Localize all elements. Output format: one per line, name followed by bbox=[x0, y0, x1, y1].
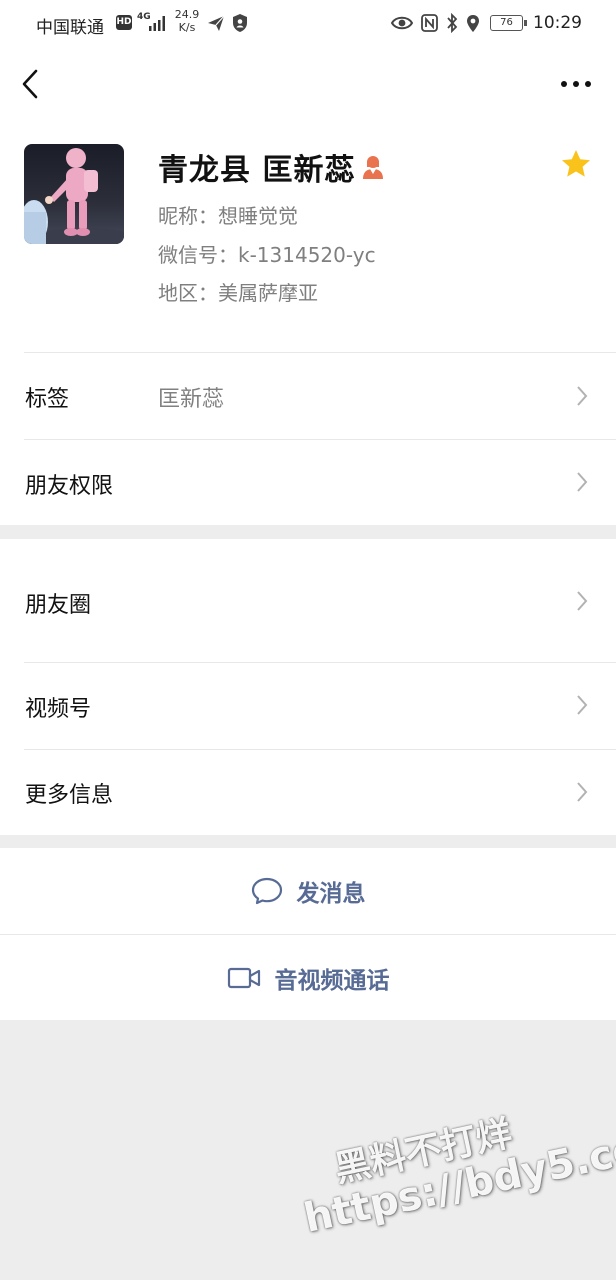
region: 地区：美属萨摩亚 bbox=[158, 281, 318, 305]
nfc-icon bbox=[421, 14, 438, 32]
more-info-label: 更多信息 bbox=[25, 783, 114, 808]
nav-bar bbox=[0, 48, 616, 120]
nickname: 昵称：想睡觉觉 bbox=[158, 204, 298, 228]
net-speed-unit: K/s bbox=[178, 21, 196, 34]
chevron-right-icon bbox=[577, 472, 588, 492]
tags-row[interactable]: 标签 匡新蕊 bbox=[0, 352, 616, 439]
channels-row[interactable]: 视频号 bbox=[0, 662, 616, 749]
more-info-row[interactable]: 更多信息 bbox=[0, 749, 616, 835]
divider bbox=[24, 439, 616, 440]
moments-label: 朋友圈 bbox=[25, 593, 92, 618]
chevron-right-icon bbox=[577, 591, 588, 611]
back-arrow-icon[interactable] bbox=[14, 64, 48, 104]
divider bbox=[24, 749, 616, 750]
chat-bubble-icon bbox=[251, 877, 282, 905]
status-right-group: 76 10:29 bbox=[383, 11, 582, 35]
name-row: 青龙县 匡新蕊 bbox=[158, 145, 385, 189]
battery-indicator: 76 bbox=[490, 15, 527, 31]
send-plane-icon bbox=[208, 15, 225, 31]
star-icon[interactable] bbox=[560, 148, 592, 180]
net-speed: 24.9 K/s bbox=[173, 8, 201, 34]
female-person-icon bbox=[363, 156, 384, 179]
chevron-right-icon bbox=[577, 695, 588, 715]
chevron-right-icon bbox=[577, 386, 588, 406]
divider bbox=[24, 662, 616, 663]
moments-row[interactable]: 朋友圈 bbox=[0, 539, 616, 662]
shield-person-icon bbox=[233, 14, 247, 32]
channels-label: 视频号 bbox=[25, 697, 92, 722]
video-camera-icon bbox=[227, 967, 260, 988]
net-speed-value: 24.9 bbox=[174, 8, 200, 21]
tags-label: 标签 bbox=[25, 387, 70, 412]
location-icon bbox=[467, 14, 479, 32]
send-message-button[interactable]: 发消息 bbox=[0, 848, 616, 934]
eye-icon bbox=[391, 16, 413, 30]
video-call-label: 音视频通话 bbox=[274, 967, 390, 994]
profile-card: 青龙县 匡新蕊 昵称：想睡觉觉 微信号：k-1314520-yc 地区：美属萨摩… bbox=[0, 120, 616, 352]
divider bbox=[24, 352, 616, 353]
tags-value: 匡新蕊 bbox=[158, 387, 225, 412]
send-message-label: 发消息 bbox=[296, 881, 366, 907]
clock: 10:29 bbox=[533, 13, 582, 33]
contact-name: 青龙县 匡新蕊 bbox=[158, 153, 356, 188]
signal-icon bbox=[149, 16, 165, 31]
status-bar: 中国联通 HD 4G 24.9 K/s 76 10:29 bbox=[0, 0, 616, 48]
friend-permissions-label: 朋友权限 bbox=[25, 474, 114, 499]
video-call-button[interactable]: 音视频通话 bbox=[0, 934, 616, 1020]
avatar[interactable] bbox=[24, 144, 124, 244]
hd-badge: HD bbox=[116, 15, 132, 30]
carrier-name: 中国联通 bbox=[36, 18, 104, 38]
bluetooth-icon bbox=[447, 13, 458, 33]
more-dots-icon[interactable] bbox=[558, 70, 594, 98]
watermark: 黑料不打烊 https://bdy5.co bbox=[290, 1083, 616, 1242]
wechat-id: 微信号：k-1314520-yc bbox=[158, 243, 376, 267]
friend-permissions-row[interactable]: 朋友权限 bbox=[0, 439, 616, 525]
chevron-right-icon bbox=[577, 782, 588, 802]
